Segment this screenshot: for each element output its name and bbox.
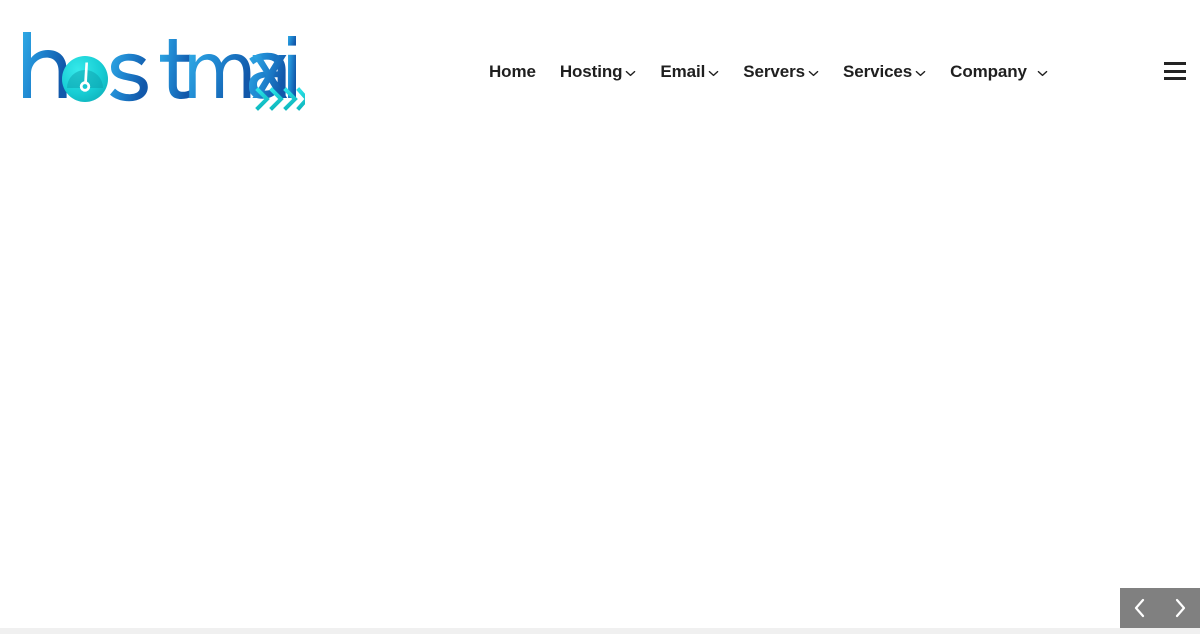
nav-item-company[interactable]: Company: [950, 62, 1048, 82]
nav-item-servers[interactable]: Servers: [743, 62, 819, 82]
nav-item-hosting[interactable]: Hosting: [560, 62, 637, 82]
hamburger-menu-icon[interactable]: [1164, 61, 1186, 81]
chevron-right-icon: [1171, 597, 1189, 619]
chevron-down-icon: [915, 68, 926, 79]
nav-item-label: Hosting: [559, 62, 623, 81]
primary-navigation: Home Hosting Email Servers Services Comp…: [489, 58, 1048, 86]
nav-item-email[interactable]: Email: [660, 62, 719, 82]
chevron-down-icon: [625, 68, 636, 79]
chevron-down-icon: [708, 68, 719, 79]
hamburger-bar: [1164, 69, 1186, 73]
page-bottom-strip: [0, 628, 1200, 634]
site-logo[interactable]: [20, 22, 305, 117]
hero-slider-area: [0, 142, 1200, 628]
page-root: Home Hosting Email Servers Services Comp…: [0, 0, 1200, 634]
carousel-prev-button[interactable]: [1120, 588, 1160, 628]
logo-wordmark-icon: [23, 32, 305, 111]
nav-item-services[interactable]: Services: [843, 62, 926, 82]
nav-item-label: Home: [489, 62, 536, 81]
nav-item-label: Email: [660, 62, 706, 81]
hamburger-bar: [1164, 77, 1186, 80]
chevron-down-icon: [808, 68, 819, 79]
chevron-down-icon: [1037, 68, 1048, 79]
chevron-left-icon: [1131, 597, 1149, 619]
nav-item-label: Servers: [743, 62, 805, 81]
carousel-navigation: [1120, 588, 1200, 628]
nav-item-label: Company: [950, 62, 1027, 81]
nav-item-home[interactable]: Home: [489, 62, 536, 82]
site-header: Home Hosting Email Servers Services Comp…: [0, 0, 1200, 142]
hamburger-bar: [1164, 62, 1186, 65]
carousel-next-button[interactable]: [1160, 588, 1200, 628]
nav-item-label: Services: [842, 62, 913, 81]
